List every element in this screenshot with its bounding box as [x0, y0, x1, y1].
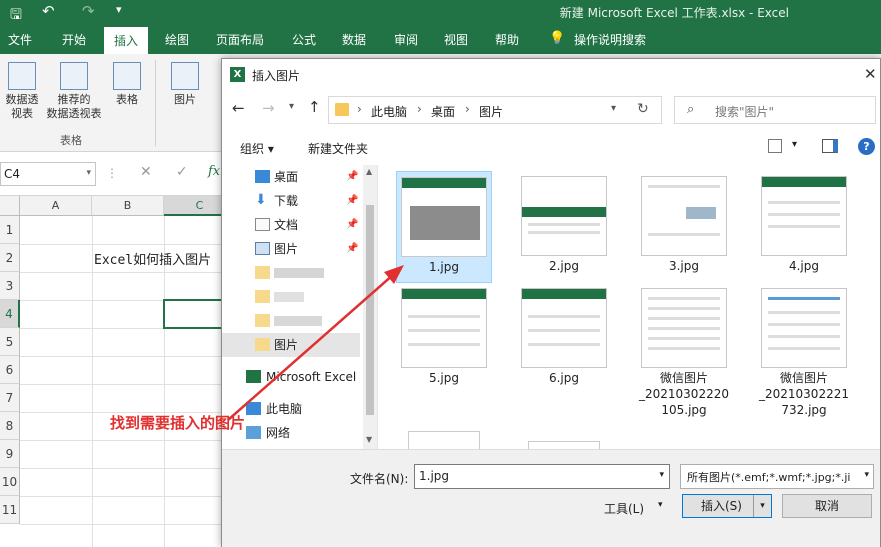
- annotation-arrow: [227, 265, 404, 421]
- annotation-text: 找到需要插入的图片: [110, 414, 246, 432]
